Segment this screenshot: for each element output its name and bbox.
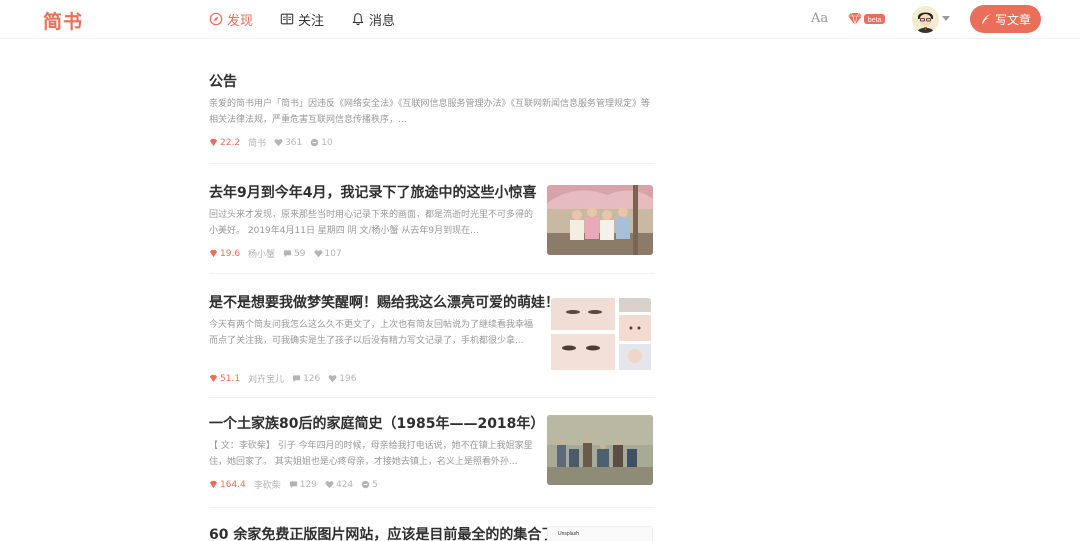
- heart-icon: [274, 139, 283, 147]
- diamond-icon: [209, 138, 218, 147]
- beta-badge-label: beta: [868, 17, 882, 24]
- article-meta: 22.2 简书 361 10: [209, 136, 341, 149]
- article-thumbnail[interactable]: [551, 298, 651, 372]
- article-thumbnail[interactable]: [547, 185, 653, 255]
- write-article-button[interactable]: 写文章: [970, 5, 1041, 33]
- article-title[interactable]: 是不是想要我做梦笑醒啊！赐给我这么漂亮可爱的萌娃！: [209, 294, 559, 312]
- article-title[interactable]: 60 余家免费正版图片网站，应该是目前最全的的集合了: [209, 526, 555, 541]
- comment-count: 129: [289, 480, 317, 490]
- article-author[interactable]: 杨小蟹: [248, 247, 275, 260]
- diamond-icon: [209, 249, 218, 258]
- article-meta: 19.6 杨小蟹 59 107: [209, 247, 350, 260]
- heart-icon: [314, 250, 322, 258]
- like-count: 361: [274, 138, 302, 148]
- article-item[interactable]: 是不是想要我做梦笑醒啊！赐给我这么漂亮可爱的萌娃！ 今天有两个简友问我怎么这么久…: [209, 274, 655, 398]
- like-count: 196: [328, 374, 356, 384]
- article-item[interactable]: 公告 亲爱的简书用户「简书」因违反《网络安全法》《互联网信息服务管理办法》《互联…: [209, 60, 655, 164]
- reward-count: 5: [361, 480, 378, 490]
- article-item[interactable]: 去年9月到今年4月，我记录下了旅途中的这些小惊喜 回过头来才发现，原来那些当时用…: [209, 164, 655, 274]
- nav-messages[interactable]: 消息: [351, 10, 396, 29]
- book-open-icon: [280, 13, 294, 25]
- heart-icon: [328, 375, 337, 383]
- comment-circle-icon: [310, 138, 319, 147]
- like-count: 424: [325, 480, 353, 490]
- nav-discover[interactable]: 发现: [209, 10, 254, 29]
- article-author[interactable]: 刘卉宝儿: [248, 372, 284, 385]
- diamond-count: 22.2: [209, 138, 240, 148]
- comment-icon: [289, 481, 297, 489]
- article-feed: 公告 亲爱的简书用户「简书」因违反《网络安全法》《互联网信息服务管理办法》《互联…: [209, 60, 655, 541]
- nav-discover-label: 发现: [227, 13, 254, 29]
- user-avatar[interactable]: [912, 6, 939, 33]
- article-thumbnail[interactable]: [547, 415, 653, 485]
- diamond-beta-icon[interactable]: beta: [846, 12, 886, 26]
- children-photo-image: [547, 185, 653, 255]
- article-abstract: 今天有两个简友问我怎么这么久不更文了，上次也有简友回帖说为了继续看我幸福而点了关…: [209, 320, 534, 346]
- diamond-count: 51.1: [209, 374, 240, 384]
- nav-follow[interactable]: 关注: [280, 10, 325, 29]
- quill-icon: [981, 14, 991, 24]
- heart-icon: [325, 481, 334, 489]
- article-item[interactable]: 一个土家族80后的家庭简史（1985年——2018年） 【 文：李砍柴】 引子 …: [209, 398, 655, 508]
- article-abstract: 【 文：李砍柴】 引子 今年四月的时候，母亲给我打电话说，她不在镇上我姐家里住，…: [209, 441, 533, 467]
- compass-icon: [209, 12, 223, 26]
- article-abstract: 回过头来才发现，原来那些当时用心记录下来的画面，都是流逝时光里不可多得的小美好。…: [209, 210, 534, 236]
- article-title[interactable]: 去年9月到今年4月，我记录下了旅途中的这些小惊喜: [209, 184, 536, 202]
- comment-icon: [283, 250, 292, 258]
- family-photo-image: [547, 415, 653, 485]
- like-count: 107: [314, 249, 342, 259]
- article-title[interactable]: 一个土家族80后的家庭简史（1985年——2018年）: [209, 415, 544, 433]
- article-author[interactable]: 简书: [248, 136, 266, 149]
- reward-coin-icon: [361, 480, 370, 489]
- diamond-icon: [209, 480, 218, 489]
- comment-count: 59: [283, 249, 306, 259]
- article-title[interactable]: 公告: [209, 73, 237, 91]
- article-author[interactable]: 李砍柴: [254, 478, 281, 491]
- top-navbar: 简书 发现 关注 消息 Aa beta 写文章: [0, 0, 1080, 39]
- nav-messages-label: 消息: [369, 13, 396, 29]
- bell-icon: [352, 13, 364, 26]
- nav-follow-label: 关注: [298, 13, 325, 29]
- article-meta: 51.1 刘卉宝儿 126 196: [209, 372, 364, 385]
- comment-icon: [292, 375, 301, 383]
- write-article-label: 写文章: [994, 12, 1031, 27]
- comment-count: 126: [292, 374, 320, 384]
- article-thumbnail[interactable]: Unsplash: [547, 526, 653, 541]
- diamond-icon: [209, 374, 218, 383]
- comment-count: 10: [310, 138, 333, 148]
- diamond-count: 164.4: [209, 480, 246, 490]
- avatar-illustration-icon: [912, 6, 939, 33]
- chevron-down-icon[interactable]: [942, 16, 950, 21]
- thumbnail-caption: Unsplash: [558, 531, 579, 537]
- article-meta: 164.4 李砍柴 129 424 5: [209, 478, 386, 491]
- jianshu-logo[interactable]: 简书: [43, 7, 83, 34]
- article-abstract: 亲爱的简书用户「简书」因违反《网络安全法》《互联网信息服务管理办法》《互联网新闻…: [209, 99, 651, 125]
- font-size-toggle[interactable]: Aa: [811, 11, 828, 26]
- article-item[interactable]: 60 余家免费正版图片网站，应该是目前最全的的集合了 Unsplash: [209, 508, 655, 541]
- diamond-count: 19.6: [209, 249, 240, 259]
- baby-photo-collage-image: [551, 298, 651, 372]
